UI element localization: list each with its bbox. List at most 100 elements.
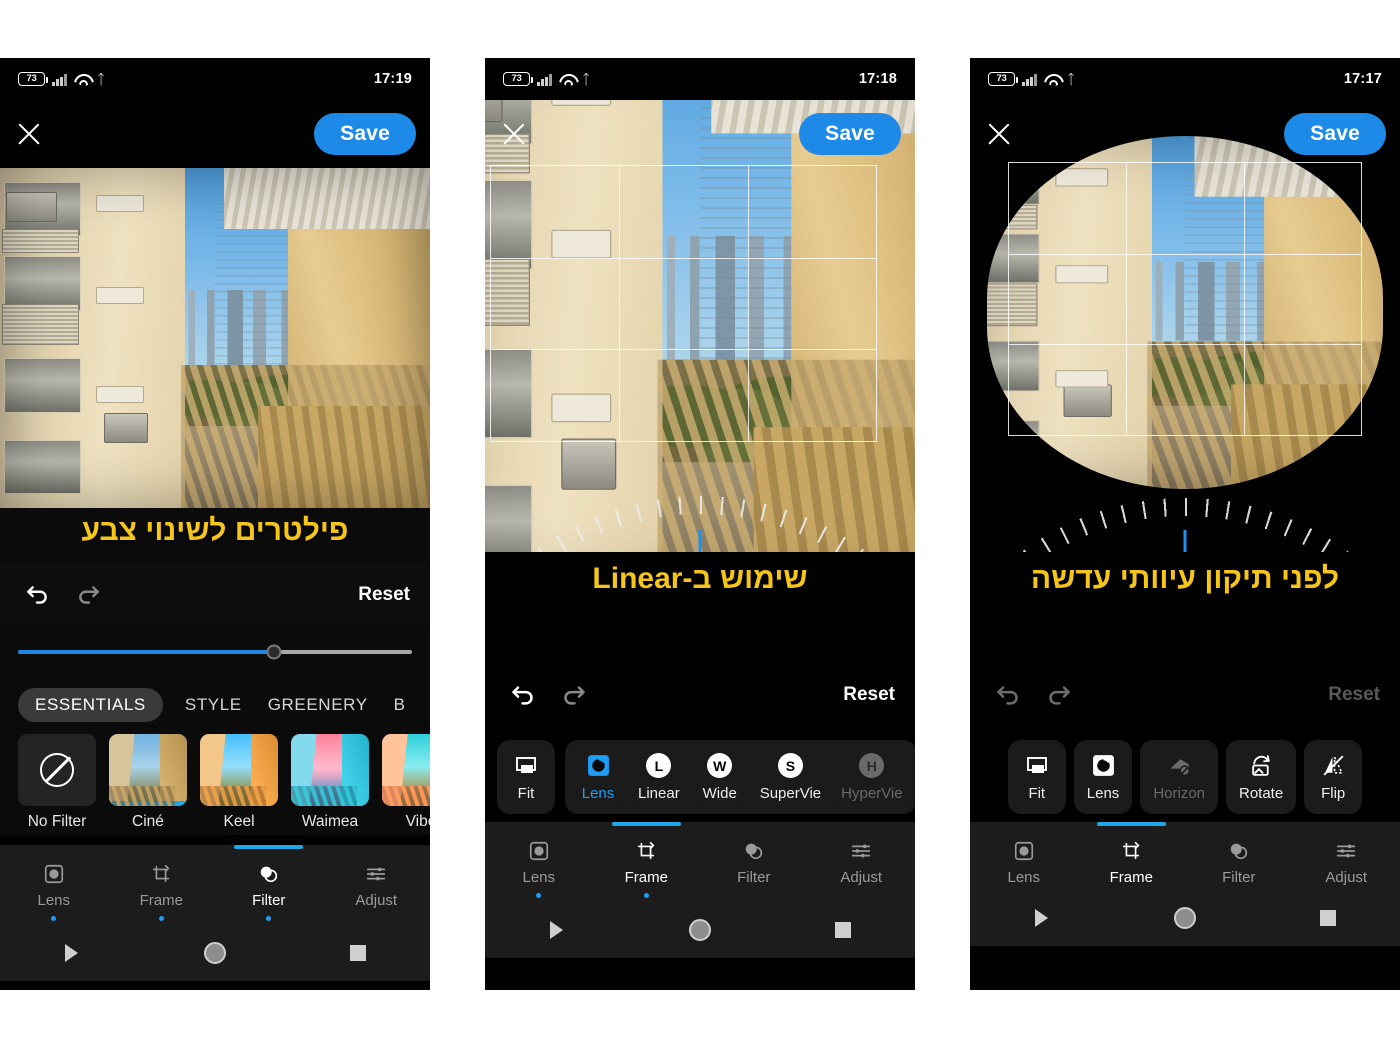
thumb-image (200, 734, 278, 806)
chip-label: Fit (1028, 785, 1046, 802)
editor-topbar: Save (485, 100, 915, 168)
signal-icon (52, 73, 67, 86)
filter-item-vibe[interactable]: Vibe (382, 734, 430, 831)
chip-rotate[interactable]: Rotate (1226, 740, 1297, 814)
nav-lens[interactable]: Lens (485, 834, 593, 898)
filter-label: Vibe (405, 813, 430, 830)
filter-label: Waimea (301, 813, 359, 830)
filter-item-keel[interactable]: Keel (200, 734, 278, 831)
filter-strength-slider-row (0, 626, 430, 678)
recents-square-icon[interactable] (287, 945, 430, 961)
slider-knob[interactable] (266, 644, 282, 660)
frame-icon (1118, 838, 1144, 864)
status-icons: 73 ᛏ (988, 72, 1075, 86)
android-nav-bar (0, 925, 430, 981)
adjust-icon (1333, 838, 1359, 864)
status-bar: 73 ᛏ 17:17 (970, 58, 1400, 100)
chip-fit[interactable]: Fit (1007, 740, 1066, 814)
undo-icon[interactable] (990, 678, 1024, 712)
edit-dot (51, 916, 57, 921)
frame-icon (148, 861, 174, 887)
nav-frame[interactable]: Frame (593, 822, 701, 898)
back-triangle-icon[interactable] (0, 944, 143, 962)
nav-lens[interactable]: Lens (0, 857, 108, 921)
lens-icon (41, 861, 67, 887)
nav-filter[interactable]: Filter (215, 845, 323, 921)
close-icon[interactable] (12, 117, 46, 151)
nav-adjust[interactable]: Adjust (323, 857, 431, 921)
redo-icon[interactable] (557, 678, 591, 712)
close-icon[interactable] (497, 117, 531, 151)
nav-adjust[interactable]: Adjust (808, 834, 916, 898)
photo-preview[interactable] (0, 168, 430, 508)
superview-icon: S (777, 752, 804, 779)
fisheye-photo-image (987, 136, 1383, 489)
reset-button[interactable]: Reset (358, 584, 410, 606)
edit-dot (158, 916, 164, 921)
save-button[interactable]: Save (799, 113, 901, 155)
save-button[interactable]: Save (314, 113, 416, 155)
chip-label: Linear (638, 785, 680, 802)
filter-label: No Filter (27, 813, 87, 830)
save-button[interactable]: Save (1284, 113, 1386, 155)
chip-flip[interactable]: Flip (1304, 740, 1363, 814)
battery-icon: 73 (988, 72, 1018, 86)
home-circle-icon[interactable] (1113, 907, 1256, 929)
nav-label: Adjust (355, 892, 398, 909)
chip-label: Flip (1321, 785, 1346, 802)
battery-icon: 73 (18, 72, 48, 86)
redo-icon[interactable] (72, 578, 106, 612)
filter-item-no-filter[interactable]: No Filter (18, 734, 96, 831)
nav-filter[interactable]: Filter (1185, 834, 1293, 886)
nav-frame[interactable]: Frame (1078, 822, 1186, 886)
filter-strength-slider[interactable] (18, 644, 412, 660)
nav-label: Frame (139, 892, 183, 909)
linear-icon: L (645, 752, 672, 779)
undo-icon[interactable] (20, 578, 54, 612)
tab-b[interactable]: B (390, 688, 410, 722)
screenshot-stage: 73 ᛏ 17:19 Save פילטרים לשינוי צבע Reset… (0, 0, 1400, 1050)
nav-frame[interactable]: Frame (108, 857, 216, 921)
nav-adjust[interactable]: Adjust (1293, 834, 1400, 886)
lens-icon (1011, 838, 1037, 864)
nav-lens[interactable]: Lens (970, 834, 1078, 886)
chip-lens[interactable]: Lens (569, 746, 627, 808)
chip-linear[interactable]: L Linear (629, 746, 689, 808)
recents-square-icon[interactable] (772, 922, 915, 938)
back-triangle-icon[interactable] (485, 921, 628, 939)
dial-needle (698, 530, 702, 552)
filter-item-cine[interactable]: Ciné (109, 734, 187, 831)
status-icons: 73 ᛏ (18, 72, 105, 86)
vignette (987, 136, 1383, 489)
nav-label: Lens (1007, 869, 1041, 886)
tab-essentials[interactable]: ESSENTIALS (18, 688, 163, 722)
signal-icon (1022, 73, 1037, 86)
tab-greenery[interactable]: GREENERY (264, 688, 372, 722)
undo-icon[interactable] (505, 678, 539, 712)
slider-fill (18, 650, 275, 654)
tab-style[interactable]: STYLE (181, 688, 246, 722)
back-triangle-icon[interactable] (970, 909, 1113, 927)
filter-item-waimea[interactable]: Waimea (291, 734, 369, 831)
nav-filter[interactable]: Filter (700, 834, 808, 898)
redo-icon[interactable] (1042, 678, 1076, 712)
chip-lens[interactable]: Lens (1073, 740, 1133, 814)
close-icon[interactable] (982, 117, 1016, 151)
home-circle-icon[interactable] (628, 919, 771, 941)
home-circle-icon[interactable] (143, 942, 286, 964)
vignette (0, 168, 430, 508)
adjust-icon (848, 838, 874, 864)
chip-fit[interactable]: Fit (497, 740, 555, 814)
recents-square-icon[interactable] (1257, 910, 1400, 926)
photo-image (987, 136, 1383, 489)
reset-button[interactable]: Reset (1328, 684, 1380, 706)
nav-label: Filter (1222, 869, 1256, 886)
status-bar: 73 ᛏ 17:19 (0, 58, 430, 100)
chip-superview[interactable]: S SuperVie (750, 746, 831, 808)
wide-icon: W (706, 752, 733, 779)
flip-icon (1320, 752, 1347, 779)
chip-wide[interactable]: W Wide (690, 746, 749, 808)
active-indicator (234, 845, 304, 849)
reset-button[interactable]: Reset (843, 684, 895, 706)
photo-image (0, 168, 430, 508)
